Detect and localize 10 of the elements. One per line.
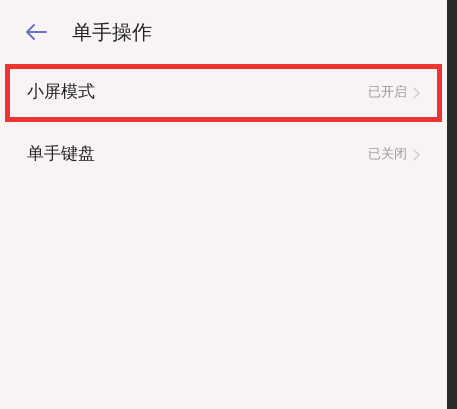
back-icon[interactable] bbox=[24, 23, 48, 41]
row-label: 单手键盘 bbox=[27, 143, 96, 166]
row-value: 已关闭 bbox=[368, 146, 407, 164]
page-title: 单手操作 bbox=[72, 19, 152, 46]
settings-row[interactable]: 单手键盘 已关闭 bbox=[5, 126, 442, 184]
settings-row[interactable]: 小屏模式 已开启 bbox=[5, 64, 442, 122]
chevron-icon bbox=[413, 149, 420, 161]
chevron-icon bbox=[413, 87, 420, 99]
row-label: 小屏模式 bbox=[27, 81, 96, 104]
row-value: 已开启 bbox=[368, 84, 407, 102]
